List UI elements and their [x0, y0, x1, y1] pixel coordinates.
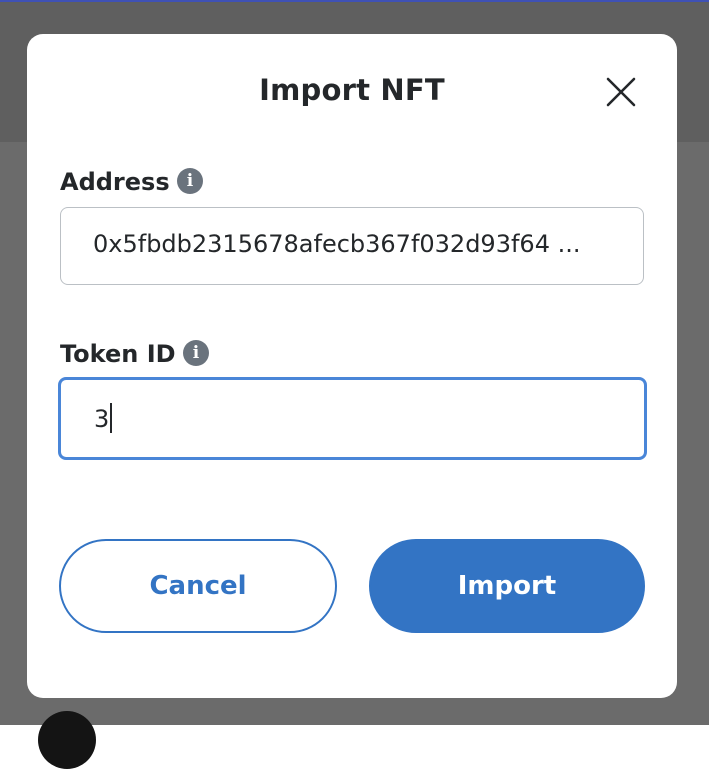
modal-title: Import NFT: [259, 73, 445, 107]
close-icon: [606, 77, 636, 107]
background-avatar: [38, 711, 96, 769]
address-value: 0x5fbdb2315678afecb367f032d93f64 ...: [93, 230, 581, 258]
token-id-input[interactable]: 3: [58, 377, 647, 460]
token-id-label: Token ID: [60, 340, 176, 368]
import-button[interactable]: Import: [369, 539, 645, 633]
text-caret: [110, 403, 113, 433]
info-icon[interactable]: i: [183, 340, 209, 366]
address-label: Address: [60, 168, 170, 196]
address-input[interactable]: 0x5fbdb2315678afecb367f032d93f64 ...: [60, 207, 644, 285]
cancel-button[interactable]: Cancel: [59, 539, 337, 633]
import-nft-modal: Import NFT Address i 0x5fbdb2315678afecb…: [27, 34, 677, 698]
close-button[interactable]: [603, 74, 639, 110]
token-id-value: 3: [94, 405, 110, 433]
info-icon[interactable]: i: [177, 168, 203, 194]
